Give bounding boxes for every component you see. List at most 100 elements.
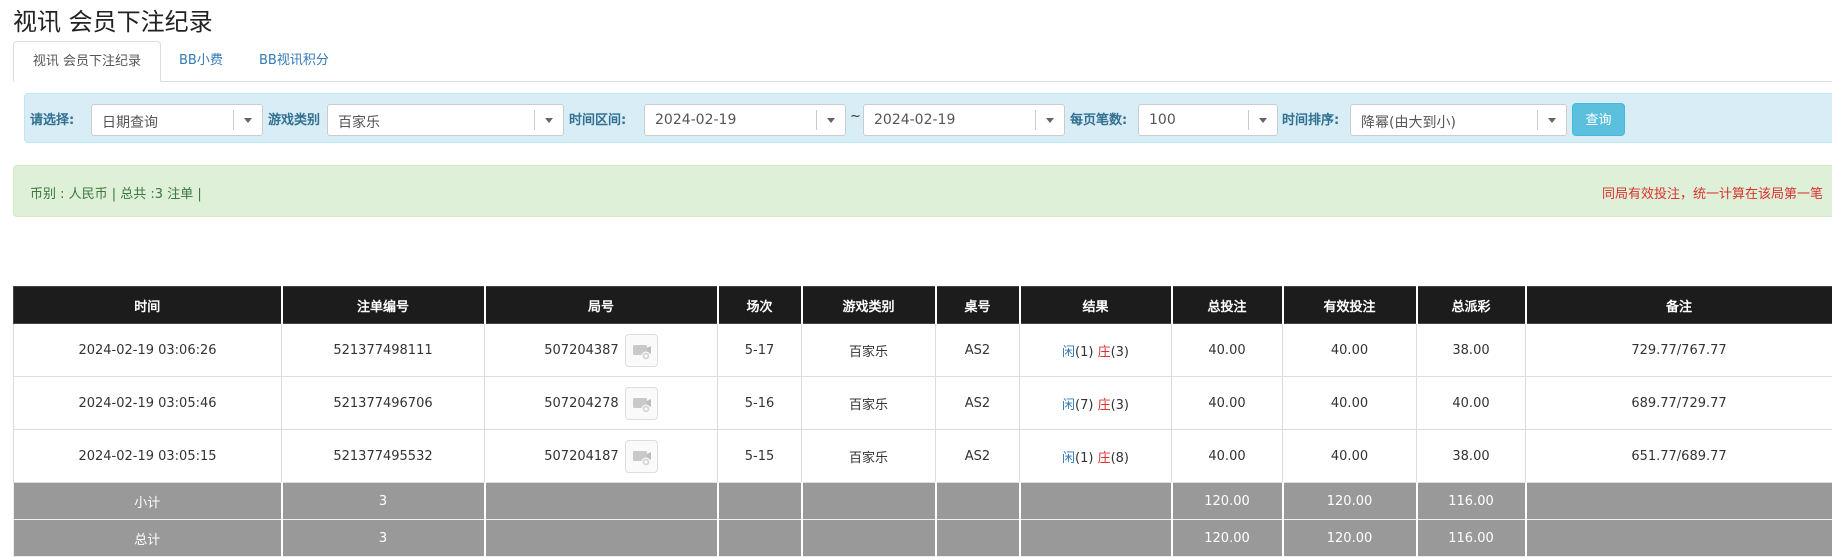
session: 5-15: [717, 429, 802, 483]
column-header: 注单编号: [281, 286, 486, 324]
column-header: 备注: [1525, 286, 1832, 324]
date-to-value: 2024-02-19: [874, 112, 956, 128]
date-from-value: 2024-02-19: [655, 112, 737, 128]
game-type-select[interactable]: 百家乐: [327, 104, 564, 136]
table-row: 2024-02-19 03:05:15 521377495532 5072041…: [13, 429, 1832, 483]
tab-bar: 视讯 会员下注纪录 BB小费 BB视讯积分: [13, 41, 1832, 82]
per-page-select[interactable]: 100: [1138, 104, 1278, 136]
filter-bar: 请选择: 日期查询 游戏类别 百家乐 时间区间: 2024-02-19 ~ 20…: [24, 93, 1832, 143]
round-number: 507204387: [544, 342, 619, 358]
result-cell: 闲(1) 庄(3): [1019, 323, 1172, 377]
player-points: (1): [1075, 344, 1094, 360]
query-button[interactable]: 查询: [1572, 103, 1625, 136]
page-title: 视讯 会员下注纪录: [13, 8, 213, 36]
round-number: 507204187: [544, 448, 619, 464]
table-header-row: 时间 注单编号 局号 场次 游戏类别 桌号 结果 总投注 有效投注 总派彩 备注: [13, 286, 1832, 324]
table-row: 2024-02-19 03:05:46 521377496706 5072042…: [13, 376, 1832, 430]
player-label: 闲: [1061, 397, 1075, 413]
tab-video-bet-records[interactable]: 视讯 会员下注纪录: [13, 41, 161, 82]
remark: 729.77/767.77: [1525, 323, 1832, 377]
valid-bet: 40.00: [1282, 376, 1417, 430]
date-from-select[interactable]: 2024-02-19: [644, 104, 846, 136]
remark: 651.77/689.77: [1525, 429, 1832, 483]
date-to-select[interactable]: 2024-02-19: [863, 104, 1065, 136]
column-header: 场次: [717, 286, 803, 324]
query-type-select[interactable]: 日期查询: [91, 104, 263, 136]
column-header: 有效投注: [1282, 286, 1418, 324]
table-number: AS2: [935, 323, 1020, 377]
chevron-down-icon: [1537, 110, 1566, 130]
banker-label: 庄: [1097, 344, 1111, 360]
column-header: 时间: [13, 286, 283, 324]
payout: 38.00: [1416, 323, 1526, 377]
summary-text: 币别 : 人民币 | 总共 :3 注单 |: [30, 187, 202, 202]
round-cell: 507204278: [484, 376, 718, 430]
game-type-value: 百家乐: [338, 115, 380, 131]
round-number: 507204278: [544, 395, 619, 411]
round-cell: 507204387: [484, 323, 718, 377]
replay-icon[interactable]: [624, 439, 658, 473]
total-bet-link[interactable]: 40.00: [1171, 376, 1283, 430]
payout: 40.00: [1416, 376, 1526, 430]
result-cell: 闲(7) 庄(3): [1019, 376, 1172, 430]
table-number: AS2: [935, 376, 1020, 430]
replay-icon[interactable]: [624, 386, 658, 420]
column-header: 结果: [1019, 286, 1173, 324]
chevron-down-icon: [816, 110, 845, 130]
bet-time: 2024-02-19 03:05:15: [13, 429, 282, 483]
sort-select[interactable]: 降幂(由大到小): [1350, 104, 1567, 136]
total-payout: 116.00: [1416, 519, 1527, 557]
total-bet-link[interactable]: 40.00: [1171, 429, 1283, 483]
tab-bb-tips[interactable]: BB小费: [179, 41, 223, 81]
column-header: 总投注: [1171, 286, 1284, 324]
per-page-label: 每页笔数:: [1070, 113, 1128, 128]
banker-label: 庄: [1097, 450, 1111, 466]
bet-number: 521377495532: [281, 429, 485, 483]
date-range-separator: ~: [850, 109, 861, 124]
remark: 689.77/729.77: [1525, 376, 1832, 430]
sort-label: 时间排序:: [1282, 113, 1340, 128]
subtotal-total-bet: 120.00: [1171, 482, 1284, 520]
bet-time: 2024-02-19 03:06:26: [13, 323, 282, 377]
table-number: AS2: [935, 429, 1020, 483]
column-header: 桌号: [935, 286, 1021, 324]
column-header: 局号: [484, 286, 719, 324]
valid-bet: 40.00: [1282, 323, 1417, 377]
banker-label: 庄: [1097, 397, 1111, 413]
session: 5-17: [717, 323, 802, 377]
payout: 38.00: [1416, 429, 1526, 483]
tab-bb-video-points[interactable]: BB视讯积分: [259, 41, 329, 81]
subtotal-label: 小计: [13, 482, 283, 520]
total-valid-bet: 120.00: [1282, 519, 1418, 557]
round-cell: 507204187: [484, 429, 718, 483]
banker-points: (3): [1110, 397, 1129, 413]
time-range-label: 时间区间:: [569, 113, 627, 128]
chevron-down-icon: [1248, 110, 1277, 130]
summary-bar: 币别 : 人民币 | 总共 :3 注单 | 同局有效投注，统一计算在该局第一笔: [13, 165, 1832, 217]
game-type-label: 游戏类别: [268, 113, 321, 128]
valid-bet: 40.00: [1282, 429, 1417, 483]
column-header: 总派彩: [1416, 286, 1527, 324]
total-total-bet: 120.00: [1171, 519, 1284, 557]
subtotal-valid-bet: 120.00: [1282, 482, 1418, 520]
game-type: 百家乐: [801, 323, 936, 377]
per-page-value: 100: [1149, 112, 1176, 128]
bet-time: 2024-02-19 03:05:46: [13, 376, 282, 430]
total-bet-link[interactable]: 40.00: [1171, 323, 1283, 377]
game-type: 百家乐: [801, 429, 936, 483]
session: 5-16: [717, 376, 802, 430]
query-type-value: 日期查询: [102, 115, 158, 131]
result-cell: 闲(1) 庄(8): [1019, 429, 1172, 483]
player-label: 闲: [1061, 450, 1075, 466]
bet-number: 521377496706: [281, 376, 485, 430]
select-label: 请选择:: [30, 113, 75, 128]
player-points: (1): [1075, 450, 1094, 466]
banker-points: (3): [1110, 344, 1129, 360]
chevron-down-icon: [534, 110, 563, 130]
subtotal-count: 3: [281, 482, 486, 520]
chevron-down-icon: [233, 110, 262, 130]
sort-value: 降幂(由大到小): [1361, 115, 1456, 131]
column-header: 游戏类别: [801, 286, 937, 324]
table-row: 2024-02-19 03:06:26 521377498111 5072043…: [13, 323, 1832, 377]
replay-icon[interactable]: [624, 333, 658, 367]
